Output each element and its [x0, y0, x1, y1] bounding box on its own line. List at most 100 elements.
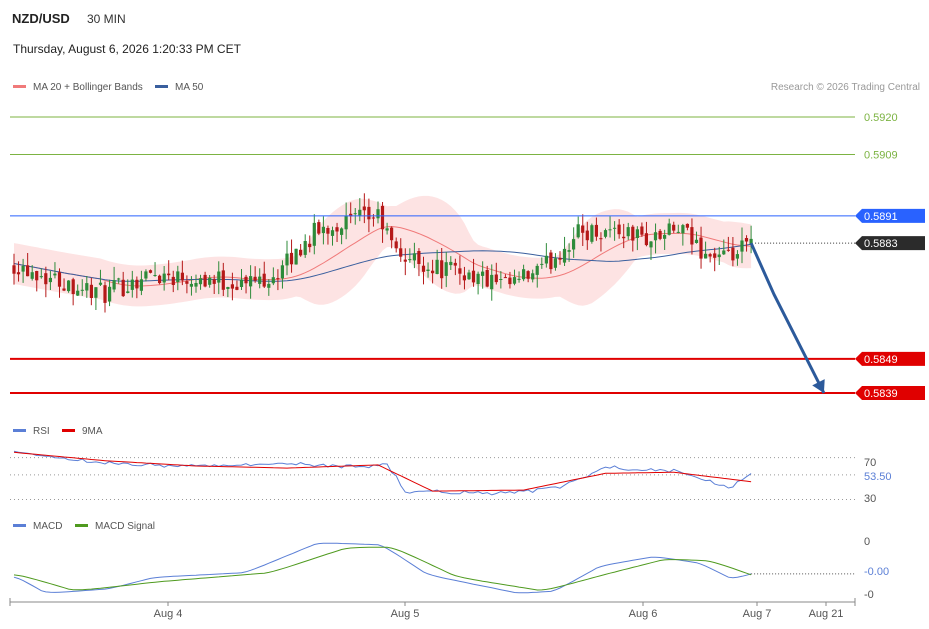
candle-body [471, 270, 476, 283]
candle-body [390, 227, 394, 241]
candle-body [549, 252, 553, 270]
candle-body [158, 275, 162, 284]
candle-body [481, 271, 485, 276]
level-label-current: 0.5883 [864, 238, 898, 250]
candle-body [176, 271, 180, 282]
candle-body [203, 274, 207, 287]
candle-body [285, 253, 289, 266]
candle-body [485, 270, 489, 287]
candle-body [399, 248, 403, 257]
candle-body [531, 273, 535, 280]
candle-body [226, 287, 230, 289]
symbol-label: NZD/USD [12, 11, 70, 26]
candle-body [740, 240, 744, 252]
candle-body [631, 226, 635, 241]
x-axis-label: Aug 7 [743, 608, 772, 620]
legend-label-rsi: RSI [33, 426, 50, 437]
candle-body [44, 273, 48, 285]
candle-body [16, 272, 21, 275]
candle-body [198, 278, 203, 285]
candle-body [121, 279, 125, 297]
level-label-target: 0.5909 [864, 150, 898, 162]
rsi-level-70: 70 [864, 457, 876, 469]
candle-body [76, 290, 80, 296]
candle-body [135, 279, 139, 289]
candle-body [421, 265, 426, 272]
candle-body [426, 269, 430, 271]
chart-canvas: NZD/USD 30 MIN Thursday, August 6, 2026 … [9, 11, 925, 620]
candle-body [167, 273, 171, 276]
candle-body [603, 230, 608, 237]
candle-body [239, 279, 244, 287]
candle-body [553, 258, 557, 268]
candle-body [117, 278, 121, 280]
candle-body [744, 238, 749, 242]
candle-body [663, 234, 667, 239]
candle-body [708, 254, 712, 257]
candle-body [649, 241, 653, 248]
candle-body [67, 280, 71, 292]
candle-body [694, 239, 699, 243]
candle-body [321, 226, 325, 234]
candle-body [221, 270, 225, 290]
candle-body [217, 271, 221, 283]
candle-body [412, 253, 416, 261]
candle-body [676, 231, 680, 233]
legend-label-macd: MACD [33, 521, 62, 532]
candle-body [153, 275, 157, 276]
candle-body [585, 230, 589, 241]
candle-body [94, 287, 98, 298]
candle-body [567, 250, 571, 252]
legend-swatch-macd-signal [75, 524, 88, 527]
rsi-panel [10, 450, 855, 501]
candle-body [403, 259, 407, 262]
level-label-support: 0.5839 [864, 388, 898, 400]
candle-body [30, 272, 34, 279]
candle-body [626, 227, 630, 237]
candle-body [440, 260, 444, 279]
candle-body [572, 239, 576, 250]
rsi-level-30: 30 [864, 493, 876, 505]
credit-label: Research © 2026 Trading Central [771, 82, 920, 93]
candle-body [189, 283, 193, 287]
candle-body [258, 276, 262, 284]
candle-body [80, 289, 84, 291]
candle-body [458, 268, 462, 274]
candle-body [512, 277, 517, 284]
legend-label-macd-signal: MACD Signal [95, 521, 155, 532]
candle-body [185, 281, 189, 284]
candle-body [271, 277, 275, 284]
candle-body [467, 272, 471, 280]
level-label-target: 0.5920 [864, 112, 898, 124]
candle-body [499, 279, 503, 280]
x-axis-label: Aug 5 [391, 608, 420, 620]
candle-body [608, 229, 612, 231]
candle-body [112, 280, 116, 290]
candle-body [280, 265, 284, 279]
datetime-label: Thursday, August 6, 2026 1:20:33 PM CET [13, 42, 242, 56]
candle-body [103, 285, 107, 303]
candle-body [385, 228, 389, 231]
macd-tick-bottom: -0 [864, 589, 874, 601]
candle-body [21, 265, 25, 272]
candle-body [526, 271, 530, 279]
candle-body [535, 265, 539, 275]
candle-body [35, 271, 39, 281]
candle-body [672, 224, 676, 231]
x-axis-label: Aug 21 [809, 608, 844, 620]
candle-body [594, 224, 598, 237]
candle-body [462, 275, 466, 281]
candle-body [540, 263, 544, 265]
forecast-arrow-line [749, 242, 826, 394]
candle-body [431, 270, 435, 274]
candle-body [312, 222, 316, 246]
candle-body [244, 276, 248, 284]
candle-body [326, 228, 330, 234]
candle-body [558, 257, 562, 260]
legend-swatch-ma50 [155, 85, 168, 88]
candle-body [417, 251, 421, 264]
rsi-ma-line [13, 451, 752, 492]
candle-body [635, 229, 639, 238]
candle-body [276, 278, 280, 280]
candle-body [85, 283, 89, 291]
